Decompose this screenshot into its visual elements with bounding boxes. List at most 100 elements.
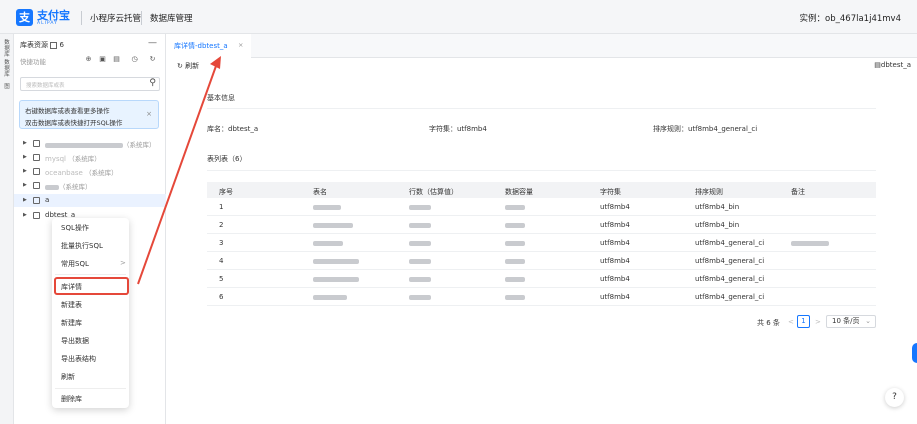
menu-item-common-sql[interactable]: 常用SQL (61, 259, 89, 269)
db-collation: 排序规则：utf8mb4_general_ci (653, 125, 758, 133)
database-icon (33, 212, 40, 219)
expand-arrow-icon[interactable]: ▶ (23, 197, 27, 203)
close-icon[interactable]: × (146, 110, 152, 118)
redacted-cell (409, 222, 431, 228)
table-row[interactable]: 2 utf8mb4 utf8mb4_bin (207, 216, 876, 234)
redacted-cell (409, 294, 431, 300)
collapse-button[interactable]: — (148, 38, 157, 48)
cell-index: 2 (219, 221, 224, 229)
divider (207, 108, 876, 109)
refresh-button[interactable]: ↻ 刷新 (177, 61, 199, 71)
page-size-select[interactable]: 10 条/页 ⌄ (826, 315, 876, 328)
tip-line: 双击数据库或表快捷打开SQL操作 (25, 119, 123, 127)
database-icon (33, 140, 40, 147)
redacted-cell (313, 294, 347, 300)
menu-item-new-db[interactable]: 新建库 (61, 318, 82, 328)
redacted-cell (505, 294, 525, 300)
tab-db-detail[interactable]: 库详情-dbtest_a × (167, 34, 251, 58)
chevron-down-icon: ⌄ (865, 317, 871, 325)
redacted-cell (313, 222, 353, 228)
rail-item-database-alt[interactable]: 数据库 (2, 60, 12, 78)
db-link[interactable]: ▤dbtest_a (874, 61, 911, 69)
menu-item-db-detail[interactable]: 库详情 (61, 282, 82, 292)
export-icon[interactable]: ▤ (112, 55, 121, 64)
instance-label: 实例：ob_467la1j41mv4 (799, 14, 901, 24)
redacted-cell (409, 240, 431, 246)
tree-item[interactable]: ▶ mysql （系统库） (20, 151, 160, 164)
table-row[interactable]: 5 utf8mb4 utf8mb4_general_ci (207, 270, 876, 288)
cell-collation: utf8mb4_general_ci (695, 293, 765, 301)
logo-subtext: ALIPAY (37, 21, 58, 26)
column-header: 行数（估算值） (409, 188, 458, 196)
expand-arrow-icon[interactable]: ▶ (23, 212, 27, 218)
table-row[interactable]: 1 utf8mb4 utf8mb4_bin (207, 198, 876, 216)
section-title: 基本信息 (207, 94, 235, 102)
tree-item-label: a (45, 196, 50, 204)
redacted-name (45, 184, 59, 190)
redacted-cell (313, 276, 359, 282)
context-menu: SQL操作 批量执行SQL 常用SQL > 库详情 新建表 新建库 导出数据 导… (52, 218, 129, 408)
chevron-right-icon: > (120, 259, 126, 267)
close-icon[interactable]: × (238, 41, 243, 49)
history-icon[interactable]: ◷ (130, 55, 139, 64)
database-icon (33, 197, 40, 204)
tree-item[interactable]: ▶ （系统库） (20, 179, 160, 192)
redacted-cell (313, 240, 343, 246)
table-header: 序号 表名 行数（估算值） 数据容量 字符集 排序规则 备注 (207, 182, 876, 198)
redacted-cell (505, 204, 525, 210)
expand-arrow-icon[interactable]: ▶ (23, 140, 27, 146)
sidebar-title: 库表资源 6 (20, 41, 64, 49)
column-header: 备注 (791, 188, 805, 196)
divider (81, 11, 82, 25)
redacted-cell (505, 276, 525, 282)
expand-arrow-icon[interactable]: ▶ (23, 168, 27, 174)
redacted-name (45, 142, 123, 148)
menu-item-delete-db[interactable]: 删除库 (61, 394, 82, 404)
rail-item-database[interactable]: 数据库 (2, 40, 12, 58)
main-panel: 库详情-dbtest_a × ↻ 刷新 ▤dbtest_a 基本信息 库名：db… (167, 34, 917, 424)
product-name[interactable]: 小程序云托管 (90, 12, 141, 24)
expand-arrow-icon[interactable]: ▶ (23, 154, 27, 160)
next-page-button[interactable]: > (815, 318, 821, 326)
divider (55, 274, 126, 275)
menu-item-sql[interactable]: SQL操作 (61, 223, 89, 233)
search-placeholder: 搜索数据库或表 (26, 83, 65, 89)
add-icon[interactable]: ⊕ (84, 55, 93, 64)
page-number[interactable]: 1 (797, 315, 810, 328)
quick-functions-label: 快捷功能 (20, 58, 46, 66)
search-icon[interactable]: ⚲ (149, 78, 156, 88)
menu-item-batch-sql[interactable]: 批量执行SQL (61, 241, 103, 251)
rail-item-image[interactable]: 图 (2, 84, 12, 90)
cell-collation: utf8mb4_general_ci (695, 239, 765, 247)
cell-charset: utf8mb4 (600, 275, 630, 283)
cell-charset: utf8mb4 (600, 239, 630, 247)
redacted-cell (791, 240, 829, 246)
table-icon: ▤ (874, 61, 881, 69)
menu-item-export-data[interactable]: 导出数据 (61, 336, 89, 346)
table-row[interactable]: 3 utf8mb4 utf8mb4_general_ci (207, 234, 876, 252)
tree-item[interactable]: ▶ （系统库） (20, 137, 160, 150)
redacted-cell (505, 240, 525, 246)
cell-collation: utf8mb4_general_ci (695, 257, 765, 265)
menu-item-refresh[interactable]: 刷新 (61, 372, 75, 382)
divider (207, 170, 876, 171)
search-input[interactable]: 搜索数据库或表 ⚲ (20, 77, 160, 91)
floating-edge-button[interactable] (912, 343, 917, 363)
top-bar: 支 支付宝 ALIPAY 小程序云托管 数据库管理 实例：ob_467la1j4… (0, 0, 917, 34)
prev-page-button[interactable]: < (788, 318, 794, 326)
alipay-logo-icon: 支 (16, 9, 33, 26)
table-row[interactable]: 4 utf8mb4 utf8mb4_general_ci (207, 252, 876, 270)
table-row[interactable]: 6 utf8mb4 utf8mb4_general_ci (207, 288, 876, 306)
expand-arrow-icon[interactable]: ▶ (23, 182, 27, 188)
menu-item-new-table[interactable]: 新建表 (61, 300, 82, 310)
refresh-icon[interactable]: ↻ (148, 55, 157, 64)
redacted-cell (409, 258, 431, 264)
section-title: 表列表（6） (207, 155, 247, 163)
import-icon[interactable]: ▣ (98, 55, 107, 64)
column-header: 数据容量 (505, 188, 533, 196)
help-button[interactable]: ? (885, 388, 904, 407)
tree-item-selected[interactable]: ▶ a (14, 194, 166, 207)
tree-item[interactable]: ▶ oceanbase （系统库） (20, 165, 160, 178)
cell-index: 1 (219, 203, 224, 211)
menu-item-export-structure[interactable]: 导出表结构 (61, 354, 96, 364)
